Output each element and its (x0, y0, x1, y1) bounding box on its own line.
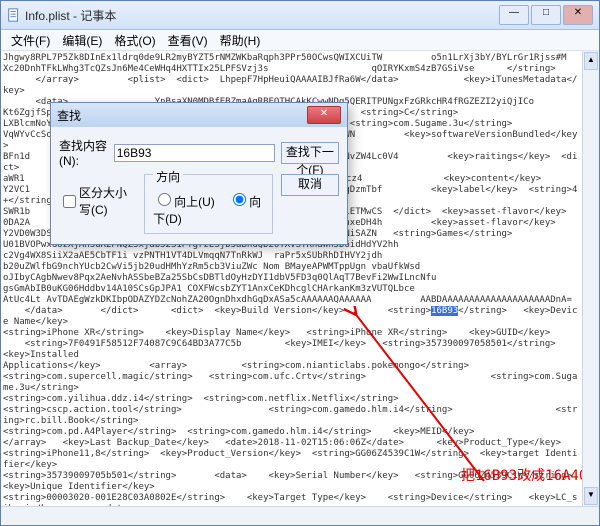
find-label: 查找内容(N): (59, 137, 114, 168)
menu-file[interactable]: 文件(F) (5, 30, 56, 51)
find-body: 查找内容(N): 查找下一个(F) 区分大小写(C) 方向 向上(U) 向下(D… (51, 127, 347, 244)
menu-view[interactable]: 查看(V) (162, 30, 214, 51)
menubar: 文件(F) 编辑(E) 格式(O) 查看(V) 帮助(H) (1, 30, 599, 51)
annotation-text: 把16B93改成16A404 (461, 471, 582, 482)
direction-legend: 方向 (153, 170, 183, 184)
find-highlight: 16B93 (431, 306, 458, 316)
notepad-icon (7, 8, 21, 22)
find-titlebar[interactable]: 查找 ✕ (51, 103, 347, 127)
close-button[interactable]: ✕ (563, 5, 593, 25)
match-case-checkbox[interactable] (63, 195, 76, 208)
direction-up-radio[interactable] (158, 193, 171, 206)
notepad-window: Info.plist - 记事本 — □ ✕ 文件(F) 编辑(E) 格式(O)… (0, 0, 600, 526)
statusbar (1, 506, 599, 525)
menu-edit[interactable]: 编辑(E) (56, 30, 108, 51)
window-controls: — □ ✕ (499, 5, 593, 25)
titlebar[interactable]: Info.plist - 记事本 — □ ✕ (1, 1, 599, 30)
scroll-up-icon[interactable]: ▲ (584, 52, 598, 70)
find-input[interactable] (114, 144, 275, 162)
find-dialog[interactable]: 查找 ✕ 查找内容(N): 查找下一个(F) 区分大小写(C) 方向 向上(U)… (50, 102, 348, 245)
menu-format[interactable]: 格式(O) (108, 30, 161, 51)
direction-fieldset: 方向 向上(U) 向下(D) (144, 174, 273, 234)
find-cancel-button[interactable]: 取消 (281, 174, 339, 196)
text-block-3: U01BVOPwxGozXjAhSuR2PNQZSxjab52S1PfgrzES… (3, 240, 577, 316)
find-next-button[interactable]: 查找下一个(F) (281, 142, 339, 164)
menu-help[interactable]: 帮助(H) (214, 30, 267, 51)
match-case-row: 区分大小写(C) (59, 184, 132, 218)
maximize-button[interactable]: □ (531, 5, 561, 25)
scroll-down-icon[interactable]: ▼ (584, 487, 598, 505)
find-dialog-title: 查找 (57, 107, 307, 124)
direction-down-radio[interactable] (233, 193, 246, 206)
vertical-scrollbar[interactable]: ▲ ▼ (582, 51, 599, 506)
match-case-label: 区分大小写(C) (79, 184, 132, 218)
find-close-button[interactable]: ✕ (307, 106, 341, 124)
scroll-track[interactable] (583, 71, 599, 486)
minimize-button[interactable]: — (499, 5, 529, 25)
direction-up-label[interactable]: 向上(U) (153, 195, 215, 209)
window-title: Info.plist - 记事本 (25, 7, 499, 24)
